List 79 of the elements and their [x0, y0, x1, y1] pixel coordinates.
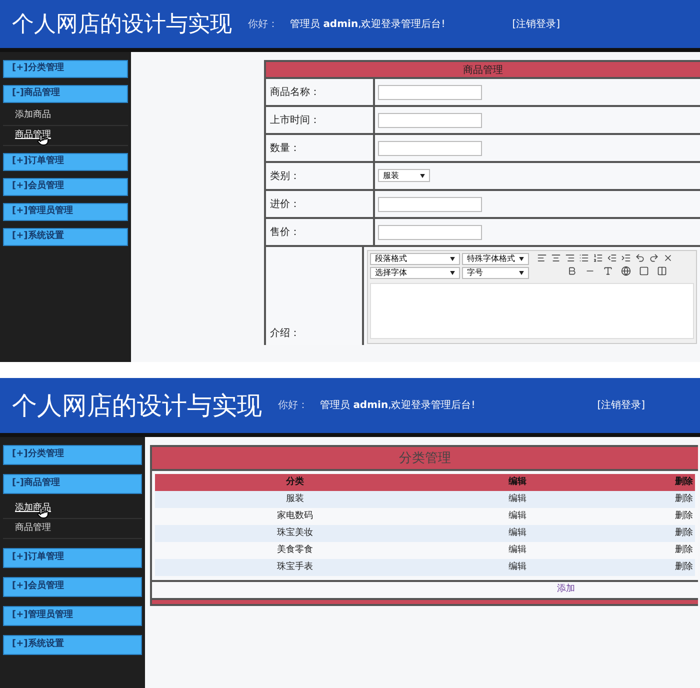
delete-link[interactable]: 删除 — [600, 542, 695, 559]
toolbar-icon[interactable] — [657, 266, 667, 276]
input-field[interactable] — [378, 85, 482, 100]
caret-icon — [519, 257, 524, 261]
site-title: 个人网店的设计与实现 — [12, 10, 232, 38]
sidebar-menu-item[interactable]: [+]订单管理 — [3, 548, 142, 568]
column-header: 分类 — [285, 475, 305, 489]
submenu-link[interactable]: 商品管理 — [15, 522, 51, 536]
add-link[interactable]: 添加 — [557, 583, 575, 597]
input-field[interactable] — [378, 197, 482, 212]
table-cell-text: 家电数码 — [276, 510, 314, 523]
toolbar-icon[interactable] — [579, 253, 589, 263]
table-cell-text: 珠宝手表 — [276, 560, 314, 574]
delete-link[interactable]: 删除 — [600, 508, 695, 525]
toolbar-icon[interactable] — [639, 266, 649, 276]
caret-icon — [450, 271, 455, 275]
edit-link[interactable]: 编辑 — [435, 542, 600, 559]
table-cell-text: 服装 — [285, 492, 305, 506]
welcome-text: 管理员 admin,欢迎登录管理后台! — [320, 398, 476, 413]
toolbar-select[interactable]: 选择字体 — [370, 267, 460, 279]
greeting-text: 你好： — [248, 18, 278, 32]
sidebar-menu-item[interactable]: [+]分类管理 — [3, 445, 142, 465]
sidebar-menu-item[interactable]: [+]系统设置 — [3, 228, 128, 246]
category-select[interactable]: 服装 — [378, 169, 430, 182]
toolbar-select[interactable]: 特殊字体格式 — [462, 253, 529, 265]
field-label: 数量： — [270, 142, 300, 156]
edit-link[interactable]: 编辑 — [435, 525, 600, 542]
toolbar-icon[interactable] — [621, 266, 631, 276]
column-header: 删除 — [674, 476, 694, 489]
logout-link[interactable]: [注销登录] — [597, 398, 646, 413]
field-label: 类别： — [270, 170, 300, 184]
toolbar-icon[interactable] — [635, 253, 645, 263]
field-label: 上市时间： — [270, 114, 320, 128]
table-cell-text: 美食零食 — [276, 544, 314, 557]
sidebar-menu-item[interactable]: [+]管理员管理 — [3, 606, 142, 626]
input-field[interactable] — [378, 141, 482, 156]
delete-link[interactable]: 删除 — [600, 491, 695, 508]
toolbar-icon[interactable] — [593, 253, 603, 263]
sidebar-menu-item[interactable]: [+]会员管理 — [3, 178, 128, 196]
toolbar-icon[interactable] — [565, 253, 575, 263]
caret-icon — [450, 257, 455, 261]
sidebar-menu-item[interactable]: [+]会员管理 — [3, 577, 142, 597]
panel-title: 分类管理 — [152, 447, 698, 471]
sidebar-menu-item[interactable]: [+]管理员管理 — [3, 203, 128, 221]
welcome-text: 管理员 admin,欢迎登录管理后台! — [290, 18, 446, 32]
toolbar-icon[interactable] — [663, 253, 673, 263]
toolbar-select[interactable]: 段落格式 — [370, 253, 460, 265]
sidebar-menu-item[interactable]: [-]商品管理 — [3, 85, 128, 103]
input-field[interactable] — [378, 113, 482, 128]
edit-link[interactable]: 编辑 — [435, 491, 600, 508]
toolbar-icon[interactable] — [603, 266, 613, 276]
site-title: 个人网店的设计与实现 — [12, 390, 262, 422]
toolbar-icon[interactable] — [621, 253, 631, 263]
delete-link[interactable]: 删除 — [600, 559, 695, 576]
input-field[interactable] — [378, 225, 482, 240]
field-label: 商品名称： — [270, 86, 320, 100]
greeting-text: 你好： — [278, 399, 308, 413]
field-label: 售价： — [270, 226, 300, 240]
sidebar-menu-item[interactable]: [+]系统设置 — [3, 635, 142, 655]
edit-link[interactable]: 编辑 — [435, 559, 600, 576]
delete-link[interactable]: 删除 — [600, 525, 695, 542]
caret-icon — [519, 271, 524, 275]
form-title: 商品管理 — [266, 62, 700, 79]
toolbar-icon[interactable] — [537, 253, 547, 263]
sidebar-menu-item[interactable]: [-]商品管理 — [3, 474, 142, 494]
field-label: 介绍： — [270, 327, 300, 341]
sidebar-menu-item[interactable]: [+]分类管理 — [3, 60, 128, 78]
table-cell-text: 珠宝美妆 — [276, 526, 314, 540]
logout-link[interactable]: [注销登录] — [512, 16, 560, 32]
column-header: 编辑 — [508, 475, 528, 489]
toolbar-icon[interactable] — [551, 253, 561, 263]
edit-link[interactable]: 编辑 — [435, 508, 600, 525]
toolbar-icon[interactable] — [607, 253, 617, 263]
toolbar-icon[interactable] — [649, 253, 659, 263]
caret-icon — [420, 174, 425, 178]
toolbar-select[interactable]: 字号 — [462, 267, 529, 279]
field-label: 进价： — [270, 198, 300, 212]
submenu-link[interactable]: 添加商品 — [15, 108, 51, 122]
sidebar-menu-item[interactable]: [+]订单管理 — [3, 153, 128, 171]
